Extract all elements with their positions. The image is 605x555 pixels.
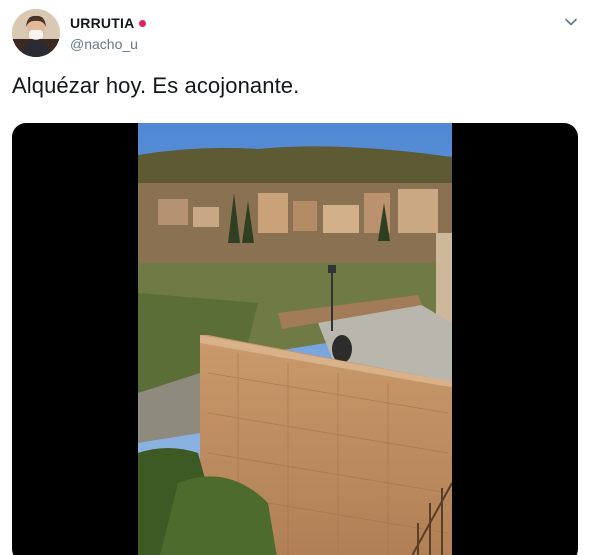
author-names: URRUTIA @nacho_u [70, 14, 147, 52]
avatar[interactable] [12, 9, 60, 57]
rose-icon [139, 20, 147, 27]
tweet-text: Alquézar hoy. Es acojonante. [12, 73, 300, 98]
video-player[interactable] [12, 123, 578, 555]
video-scene [138, 123, 452, 555]
display-name[interactable]: URRUTIA [70, 15, 134, 31]
more-options-button[interactable] [561, 12, 581, 32]
video-thumbnail [138, 123, 452, 555]
tweet: URRUTIA @nacho_u Alquézar hoy. Es acojon… [0, 0, 605, 555]
chevron-down-icon [565, 18, 577, 26]
user-handle[interactable]: @nacho_u [70, 36, 146, 52]
avatar-image [12, 9, 60, 57]
display-row: URRUTIA [70, 14, 147, 32]
